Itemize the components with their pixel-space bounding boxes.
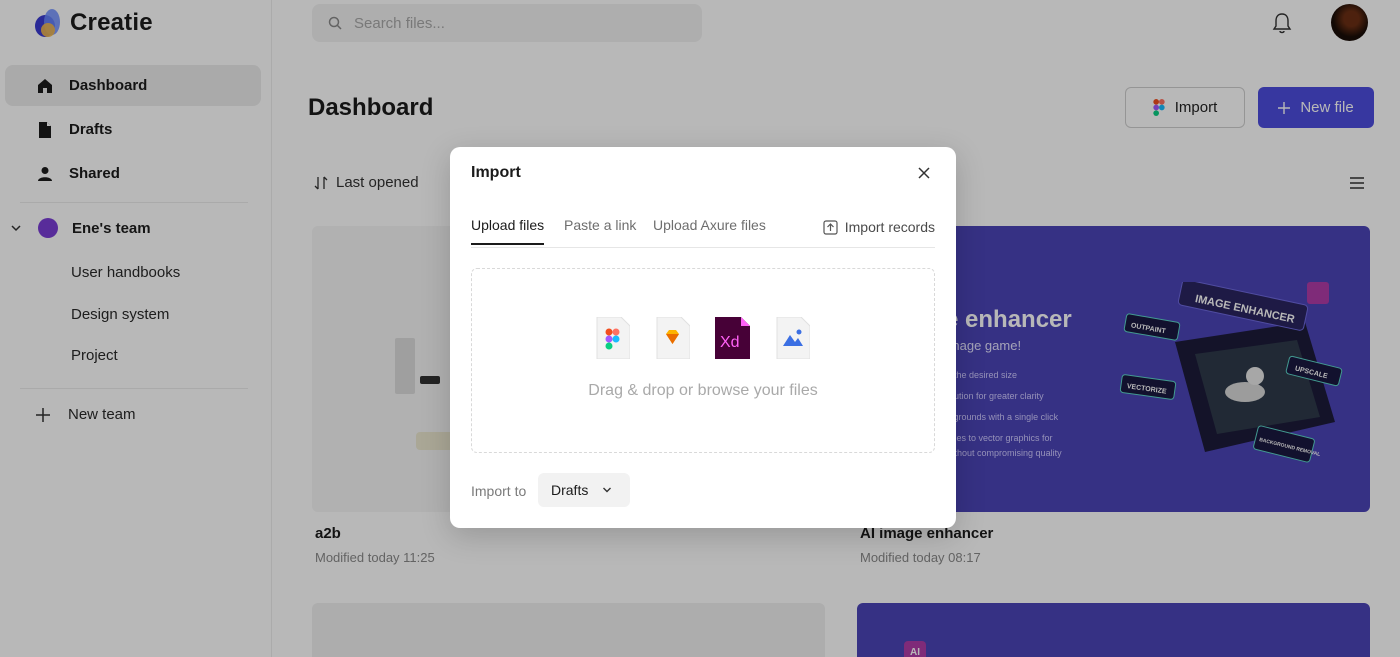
tab-upload-axure[interactable]: Upload Axure files [653, 217, 766, 243]
import-records-button[interactable]: Import records [823, 219, 935, 235]
xd-file-label: Xd [720, 334, 740, 351]
import-modal: Import Upload files Paste a link Upload … [450, 147, 956, 528]
tab-upload-files[interactable]: Upload files [471, 217, 545, 245]
close-icon[interactable] [916, 165, 932, 181]
xd-file-icon: Xd [715, 317, 750, 359]
upload-box-icon [823, 219, 838, 235]
tab-paste-link[interactable]: Paste a link [564, 217, 636, 243]
dropzone-text[interactable]: Drag & drop or browse your files [472, 382, 934, 400]
import-destination-select[interactable]: Drafts [538, 473, 630, 507]
sketch-file-icon [656, 317, 690, 359]
image-file-icon [776, 317, 810, 359]
chevron-down-icon [603, 487, 612, 493]
import-records-label: Import records [844, 219, 935, 235]
modal-title: Import [471, 164, 521, 181]
supported-file-types: Xd [595, 317, 810, 359]
figma-file-icon [596, 317, 630, 359]
import-to-label: Import to [471, 483, 527, 499]
import-destination-value: Drafts [551, 482, 589, 498]
import-tabs: Upload files Paste a link Upload Axure f… [471, 217, 935, 248]
file-dropzone[interactable]: Xd Drag & drop or browse your files [471, 268, 935, 453]
